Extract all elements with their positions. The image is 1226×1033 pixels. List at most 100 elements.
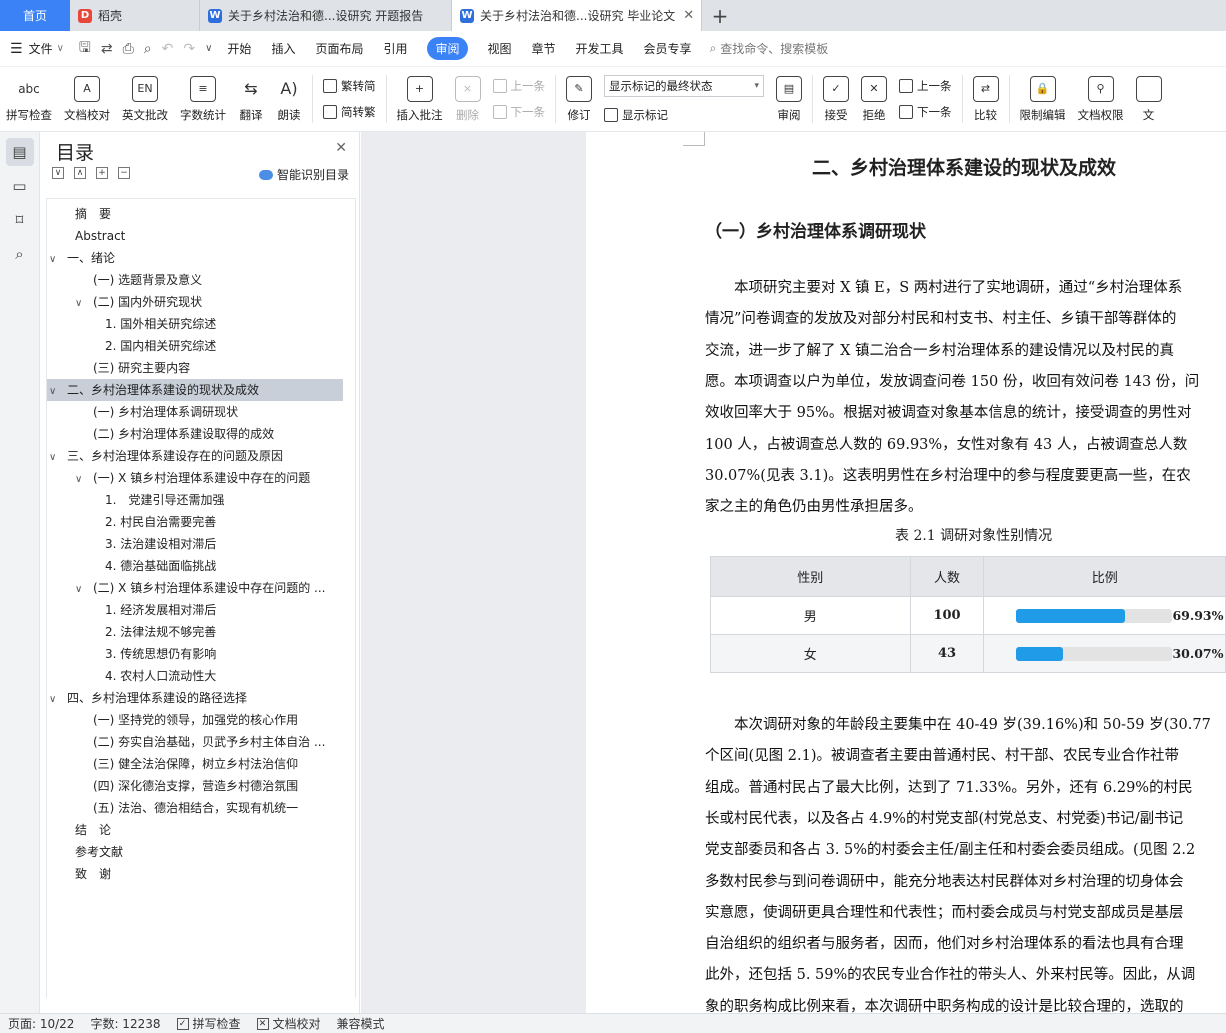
- expand-all-icon[interactable]: ∧: [74, 167, 86, 179]
- smart-toc-button[interactable]: 智能识别目录: [258, 166, 349, 183]
- collapse-all-icon[interactable]: ∨: [52, 167, 64, 179]
- toc-item[interactable]: ∨ (二) 国内外研究现状: [47, 291, 343, 313]
- toc-item[interactable]: 4. 农村人口流动性大: [47, 665, 343, 687]
- chevron-down-icon[interactable]: ∨: [49, 447, 61, 467]
- status-spell-check[interactable]: ✓ 拼写检查: [169, 1015, 249, 1032]
- new-tab-button[interactable]: +: [702, 0, 738, 31]
- close-tab-icon[interactable]: ✕: [683, 8, 694, 23]
- word-count-indicator[interactable]: 字数: 12238: [82, 1015, 168, 1032]
- markup-state-select[interactable]: 显示标记的最终状态 ▾: [604, 75, 764, 97]
- toc-item[interactable]: ∨ (二) X 镇乡村治理体系建设中存在问题的 ...: [47, 577, 343, 599]
- toc-item[interactable]: (一) 乡村治理体系调研现状: [47, 401, 343, 423]
- menu-start[interactable]: 开始: [217, 31, 261, 67]
- prev-comment-button[interactable]: 上一条: [492, 78, 545, 94]
- tab-daoke[interactable]: D 稻壳: [70, 0, 200, 31]
- chevron-down-icon[interactable]: ∨: [75, 469, 87, 489]
- toc-icon[interactable]: ▤: [5, 138, 34, 166]
- toc-item[interactable]: Abstract: [47, 225, 343, 247]
- page-indicator[interactable]: 页面: 10/22: [0, 1015, 82, 1032]
- add-heading-icon[interactable]: +: [96, 167, 108, 179]
- chevron-down-icon[interactable]: ∨: [75, 293, 87, 313]
- toc-item[interactable]: 结 论: [47, 819, 343, 841]
- toc-item[interactable]: 参考文献: [47, 841, 343, 863]
- reject-button[interactable]: ✕ 拒绝: [855, 67, 893, 131]
- toc-item[interactable]: (五) 法治、德治相结合，实现有机统一: [47, 797, 343, 819]
- track-changes-button[interactable]: ✎ 修订: [560, 67, 598, 131]
- toc-item[interactable]: 4. 德治基础面临挑战: [47, 555, 343, 577]
- insert-comment-button[interactable]: + 插入批注: [391, 67, 449, 131]
- toc-item[interactable]: 2. 国内相关研究综述: [47, 335, 343, 357]
- toc-item[interactable]: (二) 乡村治理体系建设取得的成效: [47, 423, 343, 445]
- tab-doc-thesis[interactable]: W 关于乡村法治和德...设研究 毕业论文 ✕: [452, 0, 702, 31]
- menu-view[interactable]: 视图: [478, 31, 522, 67]
- read-aloud-button[interactable]: A) 朗读: [270, 67, 308, 131]
- english-grade-button[interactable]: EN 英文批改: [116, 67, 174, 131]
- delete-comment-button[interactable]: × 删除: [449, 67, 487, 131]
- menu-layout[interactable]: 页面布局: [305, 31, 373, 67]
- toc-item[interactable]: 1. 国外相关研究综述: [47, 313, 343, 335]
- search-icon[interactable]: ⌕: [6, 240, 34, 268]
- status-doc-proof[interactable]: ✕ 文档校对: [249, 1015, 329, 1032]
- next-change-button[interactable]: 下一条: [899, 104, 952, 120]
- menu-member[interactable]: 会员专享: [634, 31, 702, 67]
- word-count-button[interactable]: ≡ 字数统计: [174, 67, 232, 131]
- doc-rights-button[interactable]: ⚲ 文档权限: [1072, 67, 1130, 131]
- chevron-down-icon[interactable]: ∨: [75, 579, 87, 599]
- export-icon[interactable]: ⇄: [96, 31, 118, 67]
- tab-home[interactable]: 首页: [0, 0, 70, 31]
- toc-item[interactable]: 2. 法律法规不够完善: [47, 621, 343, 643]
- redo-icon[interactable]: ↷: [178, 31, 200, 67]
- menu-insert[interactable]: 插入: [261, 31, 305, 67]
- toc-item[interactable]: (三) 健全法治保障，树立乡村法治信仰: [47, 753, 343, 775]
- print-preview-icon[interactable]: ⌕: [139, 31, 157, 67]
- bookmark-icon[interactable]: ⌑: [6, 206, 34, 234]
- toc-item[interactable]: 1. 党建引导还需加强: [47, 489, 343, 511]
- menu-references[interactable]: 引用: [373, 31, 417, 67]
- customize-icon[interactable]: ∨: [200, 31, 217, 67]
- chevron-down-icon[interactable]: ∨: [49, 249, 61, 269]
- tab-doc-proposal[interactable]: W 关于乡村法治和德...设研究 开题报告: [200, 0, 452, 31]
- toc-item[interactable]: 致 谢: [47, 863, 343, 885]
- save-icon[interactable]: 🖫: [74, 31, 96, 67]
- menu-developer[interactable]: 开发工具: [566, 31, 634, 67]
- trad-to-simp-button[interactable]: 繁转简: [323, 78, 376, 94]
- review-pane-button[interactable]: ▤ 审阅: [770, 67, 808, 131]
- toc-item[interactable]: ∨ (一) X 镇乡村治理体系建设中存在的问题: [47, 467, 343, 489]
- toc-item[interactable]: ∨ 二、乡村治理体系建设的现状及成效: [47, 379, 343, 401]
- chevron-down-icon[interactable]: ∨: [49, 689, 61, 709]
- doc-proof-button[interactable]: A 文档校对: [58, 67, 116, 131]
- remove-heading-icon[interactable]: −: [118, 167, 130, 179]
- toc-item[interactable]: (一) 坚持党的领导，加强党的核心作用: [47, 709, 343, 731]
- chapter-nav-icon[interactable]: ▭: [6, 172, 34, 200]
- spell-check-button[interactable]: abc 拼写检查: [0, 67, 58, 131]
- toc-item[interactable]: (三) 研究主要内容: [47, 357, 343, 379]
- toc-item[interactable]: (二) 夯实自治基础，贝武予乡村主体自治 ...: [47, 731, 343, 753]
- print-icon[interactable]: ⎙: [118, 31, 139, 67]
- toc-item[interactable]: ∨ 三、乡村治理体系建设存在的问题及原因: [47, 445, 343, 467]
- file-menu[interactable]: ☰ 文件 ∨: [0, 31, 74, 67]
- toc-item[interactable]: 3. 传统思想仍有影响: [47, 643, 343, 665]
- menu-section[interactable]: 章节: [522, 31, 566, 67]
- accept-button[interactable]: ✓ 接受: [817, 67, 855, 131]
- close-icon[interactable]: ✕: [335, 140, 347, 156]
- toc-item[interactable]: 2. 村民自治需要完善: [47, 511, 343, 533]
- next-comment-button[interactable]: 下一条: [492, 104, 545, 120]
- toc-item[interactable]: 1. 经济发展相对滞后: [47, 599, 343, 621]
- simp-to-trad-button[interactable]: 简转繁: [323, 104, 376, 120]
- toc-item[interactable]: ∨ 一、绪论: [47, 247, 343, 269]
- command-search[interactable]: ⌕ 查找命令、搜索模板: [710, 40, 829, 57]
- toc-item[interactable]: 3. 法治建设相对滞后: [47, 533, 343, 555]
- toc-item[interactable]: 摘 要: [47, 203, 343, 225]
- chevron-down-icon[interactable]: ∨: [49, 381, 61, 401]
- show-markup-button[interactable]: 显示标记: [604, 107, 764, 123]
- menu-review[interactable]: 审阅: [417, 31, 477, 67]
- translate-button[interactable]: ⇆ 翻译: [232, 67, 270, 131]
- undo-icon[interactable]: ↶: [157, 31, 179, 67]
- restrict-editing-button[interactable]: 🔒 限制编辑: [1014, 67, 1072, 131]
- toc-item[interactable]: (一) 选题背景及意义: [47, 269, 343, 291]
- toc-item[interactable]: (四) 深化德治支撑，营造乡村德治氛围: [47, 775, 343, 797]
- compare-button[interactable]: ⇄ 比较: [967, 67, 1005, 131]
- more-ribbon-button[interactable]: 文: [1130, 67, 1168, 131]
- toc-item[interactable]: ∨ 四、乡村治理体系建设的路径选择: [47, 687, 343, 709]
- prev-change-button[interactable]: 上一条: [899, 78, 952, 94]
